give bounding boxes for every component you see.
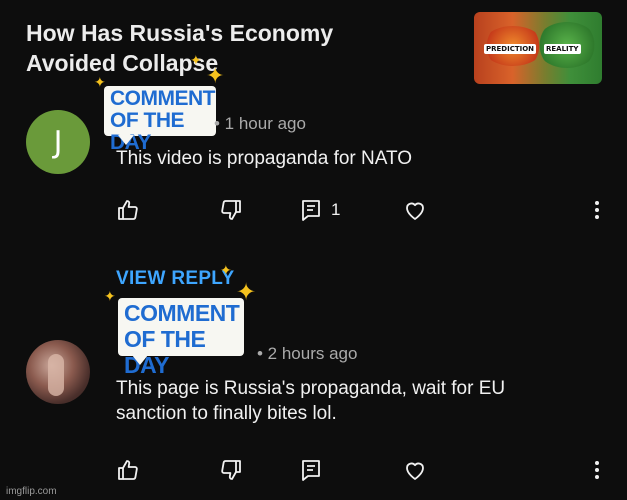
- thumbs-up-icon[interactable]: [116, 198, 140, 222]
- avatar[interactable]: J: [26, 110, 90, 174]
- avatar-photo-figure: [48, 354, 64, 396]
- avatar-letter: J: [53, 124, 63, 160]
- more-vert-icon[interactable]: [593, 458, 601, 482]
- video-title[interactable]: How Has Russia's Economy Avoided Collaps…: [26, 18, 446, 78]
- video-thumbnail[interactable]: PREDICTION REALITY: [474, 12, 602, 84]
- comment-of-the-day-badge: COMMENT OF THE DAY: [118, 298, 244, 378]
- badge-line1: COMMENT: [110, 87, 216, 110]
- thumbnail-label-reality: REALITY: [544, 44, 581, 54]
- sparkle-icon: ✦: [190, 53, 202, 69]
- heart-icon[interactable]: [403, 458, 427, 482]
- comment-text-line1: This page is Russia's propaganda, wait f…: [116, 378, 506, 399]
- reply-count: 1: [331, 200, 341, 219]
- comment-text: This video is propaganda for NATO: [116, 148, 413, 169]
- thumbnail-label-prediction: PREDICTION: [484, 44, 537, 54]
- comment-timestamp[interactable]: • 1 hour ago: [214, 114, 306, 134]
- sparkle-icon: ✦: [220, 263, 232, 279]
- watermark: imgflip.com: [6, 486, 57, 497]
- heart-icon[interactable]: [403, 198, 427, 222]
- comment-actions: 1: [116, 198, 616, 222]
- comment-text-line2: sanction to finally bites lol.: [116, 403, 337, 424]
- video-title-line1: How Has Russia's Economy: [26, 20, 334, 46]
- thumbs-down-icon[interactable]: [219, 198, 243, 222]
- view-reply-link[interactable]: VIEW REPLY: [116, 268, 234, 290]
- thumbs-up-icon[interactable]: [116, 458, 140, 482]
- badge-line1: COMMENT: [124, 300, 240, 326]
- thumbs-down-icon[interactable]: [219, 458, 243, 482]
- video-title-line2: Avoided Collapse: [26, 50, 219, 76]
- comment-of-the-day-badge: COMMENT OF THE DAY: [104, 86, 216, 154]
- more-vert-icon[interactable]: [593, 198, 601, 222]
- comment-actions: [116, 458, 616, 482]
- reply-icon[interactable]: [299, 458, 323, 482]
- reply-icon[interactable]: [299, 198, 323, 222]
- sparkle-icon: ✦: [104, 289, 116, 305]
- sparkle-icon: ✦: [206, 64, 225, 89]
- comment-text: This page is Russia's propaganda, wait f…: [116, 376, 505, 426]
- comment-timestamp[interactable]: • 2 hours ago: [257, 344, 357, 364]
- avatar[interactable]: [26, 340, 90, 404]
- badge-line2: OF THE DAY: [124, 326, 206, 378]
